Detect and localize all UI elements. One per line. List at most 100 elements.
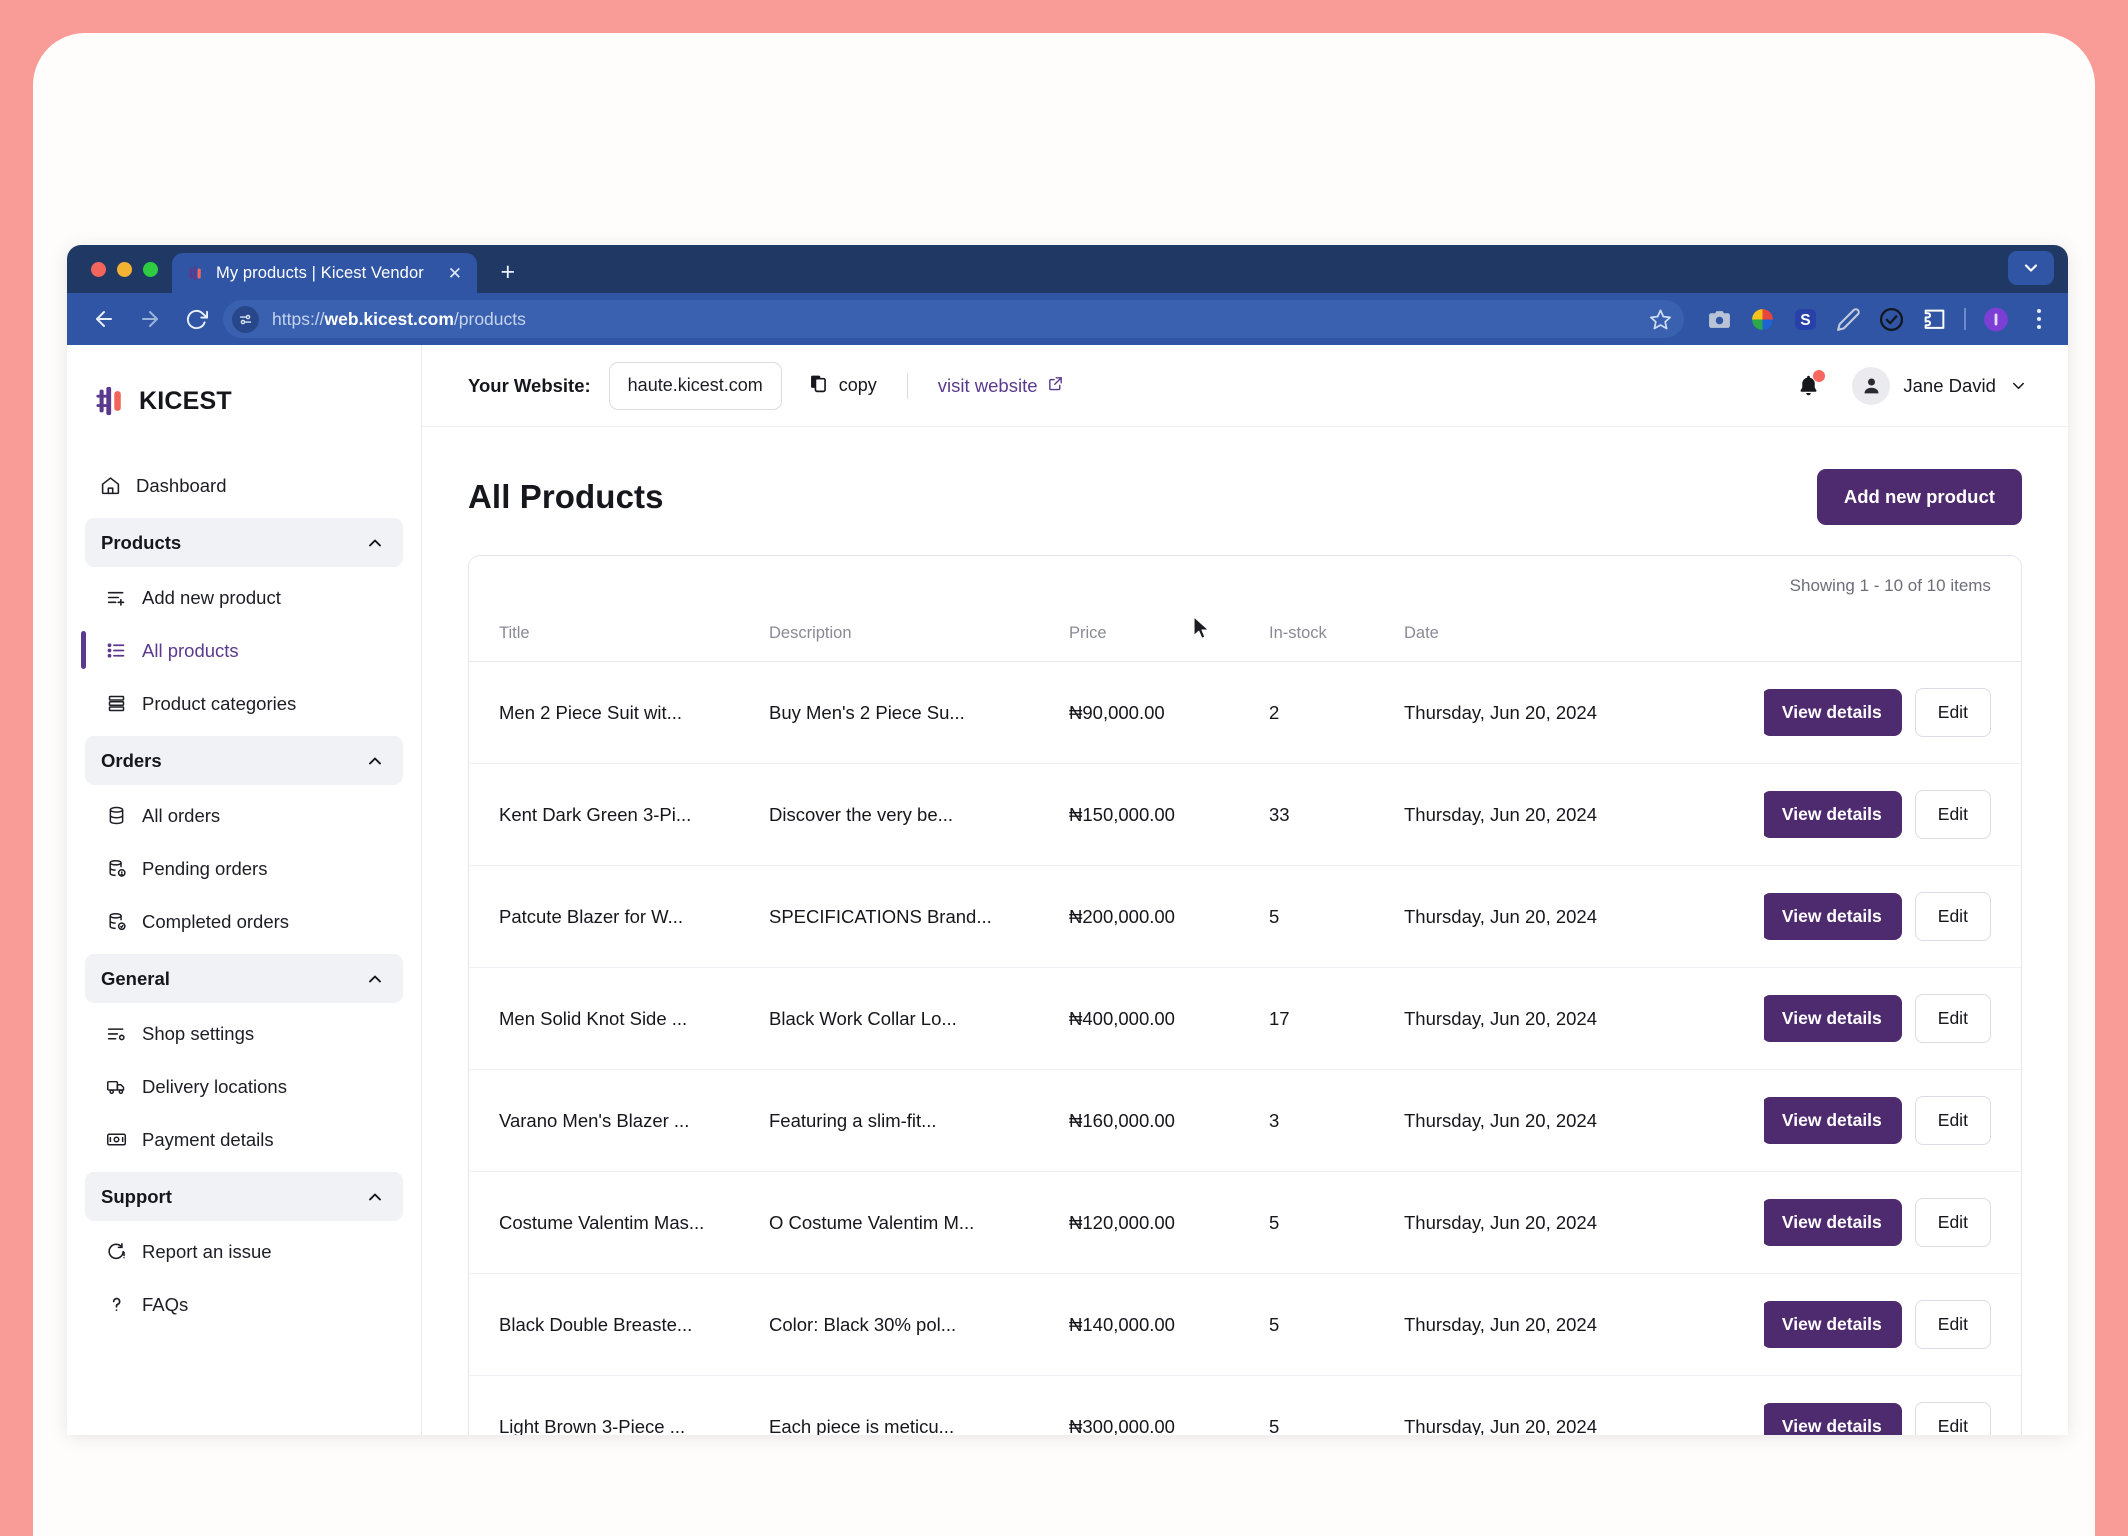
sidebar-item-payment-details[interactable]: Payment details (91, 1113, 403, 1166)
chevron-up-icon[interactable] (365, 751, 385, 771)
edit-button[interactable]: Edit (1914, 790, 1991, 839)
puzzle-extensions-icon[interactable] (1921, 306, 1947, 332)
edit-button[interactable]: Edit (1914, 994, 1991, 1043)
window-controls[interactable] (85, 245, 172, 293)
view-details-button[interactable]: View details (1764, 995, 1902, 1042)
edit-button[interactable]: Edit (1914, 1096, 1991, 1145)
checkmark-extension-icon[interactable] (1878, 306, 1904, 332)
browser-tab-strip: My products | Kicest Vendor ✕ + (67, 245, 2068, 293)
profile-avatar-icon[interactable] (1983, 306, 2009, 332)
view-details-button[interactable]: View details (1764, 1097, 1902, 1144)
sidebar-item-report-an-issue[interactable]: Report an issue (91, 1225, 403, 1278)
table-row[interactable]: Varano Men's Blazer ... Featuring a slim-… (469, 1069, 2021, 1172)
chevron-down-icon[interactable] (2008, 251, 2054, 285)
cell-in-stock: 5 (1269, 865, 1404, 968)
sidebar-nav: Dashboard Products Add new product All p… (67, 459, 421, 1331)
cell-in-stock: 5 (1269, 1171, 1404, 1274)
cell-in-stock: 5 (1269, 1273, 1404, 1376)
products-card-header: Showing 1 - 10 of 10 items (469, 556, 2021, 612)
column-header-date[interactable]: Date (1404, 612, 1764, 662)
table-row[interactable]: Costume Valentim Mas... O Costume Valenti… (469, 1171, 2021, 1274)
reload-icon[interactable] (177, 300, 215, 338)
view-details-button[interactable]: View details (1764, 1301, 1902, 1348)
chevron-down-icon[interactable] (2009, 376, 2028, 395)
close-window-button[interactable] (91, 261, 106, 277)
table-row[interactable]: Light Brown 3-Piece ... Each piece is met… (469, 1375, 2021, 1435)
truck-icon (105, 1076, 127, 1098)
chevron-up-icon[interactable] (365, 533, 385, 553)
address-bar-url: https://web.kicest.com/products (272, 308, 526, 329)
star-icon[interactable] (1649, 308, 1672, 331)
user-menu[interactable]: Jane David (1852, 366, 2028, 405)
website-value[interactable]: haute.kicest.com (608, 361, 782, 410)
row-actions: View details Edit (1764, 688, 2021, 737)
sidebar-item-pending-orders[interactable]: Pending orders (91, 842, 403, 895)
cell-date: Thursday, Jun 20, 2024 (1404, 865, 1764, 968)
sidebar-item-all-orders[interactable]: All orders (91, 789, 403, 842)
sidebar-item-completed-orders[interactable]: Completed orders (91, 895, 403, 948)
sidebar-item-shop-settings[interactable]: Shop settings (91, 1007, 403, 1060)
sidebar-item-faqs[interactable]: FAQs (91, 1278, 403, 1331)
chevron-up-icon[interactable] (365, 969, 385, 989)
sidebar-group-orders[interactable]: Orders (85, 736, 403, 785)
column-header-in-stock[interactable]: In-stock (1269, 612, 1404, 662)
sidebar-item-delivery-locations[interactable]: Delivery locations (91, 1060, 403, 1113)
copy-button[interactable]: copy (808, 373, 877, 399)
edit-button[interactable]: Edit (1914, 1198, 1991, 1247)
website-label: Your Website: (468, 374, 591, 396)
plus-icon[interactable]: + (489, 253, 527, 291)
edit-button[interactable]: Edit (1914, 1402, 1991, 1435)
bell-icon[interactable] (1794, 369, 1826, 400)
sidebar-item-add-new-product[interactable]: Add new product (91, 571, 403, 624)
table-row[interactable]: Black Double Breaste... Color: Black 30% … (469, 1273, 2021, 1376)
minimize-window-button[interactable] (117, 261, 132, 277)
table-row[interactable]: Kent Dark Green 3-Pi... Discover the very… (469, 763, 2021, 866)
visit-website-link[interactable]: visit website (938, 375, 1064, 397)
close-icon[interactable]: ✕ (445, 263, 465, 283)
cell-title: Kent Dark Green 3-Pi... (469, 763, 769, 866)
column-header-price[interactable]: Price (1069, 612, 1269, 662)
brand-logo[interactable]: KICEST (67, 371, 421, 431)
back-arrow-icon[interactable] (85, 300, 123, 338)
cell-price: ₦200,000.00 (1069, 865, 1269, 968)
view-details-button[interactable]: View details (1764, 1199, 1902, 1246)
cell-actions: View details Edit (1764, 967, 2021, 1070)
edit-button[interactable]: Edit (1914, 892, 1991, 941)
view-details-button[interactable]: View details (1764, 893, 1902, 940)
sidebar-item-dashboard[interactable]: Dashboard (85, 459, 403, 512)
cell-in-stock: 33 (1269, 763, 1404, 866)
pencil-extension-icon[interactable] (1835, 306, 1861, 332)
sidebar-group-products[interactable]: Products (85, 518, 403, 567)
maximize-window-button[interactable] (143, 261, 158, 277)
sidebar-item-product-categories[interactable]: Product categories (91, 677, 403, 730)
kebab-menu-icon[interactable] (2026, 306, 2052, 332)
address-bar[interactable]: https://web.kicest.com/products (223, 300, 1684, 338)
row-actions: View details Edit (1764, 1198, 2021, 1247)
chevron-up-icon[interactable] (365, 1187, 385, 1207)
view-details-button[interactable]: View details (1764, 1403, 1902, 1435)
column-header-title[interactable]: Title (469, 612, 769, 662)
column-header-description[interactable]: Description (769, 612, 1069, 662)
sidebar-group-label: Support (101, 1185, 172, 1207)
forward-arrow-icon[interactable] (131, 300, 169, 338)
grammar-extension-icon[interactable]: S (1792, 306, 1818, 332)
edit-button[interactable]: Edit (1914, 688, 1991, 737)
edit-button[interactable]: Edit (1914, 1300, 1991, 1349)
database-clock-icon (105, 858, 127, 880)
sidebar-group-support[interactable]: Support (85, 1172, 403, 1221)
view-details-button[interactable]: View details (1764, 791, 1902, 838)
table-row[interactable]: Patcute Blazer for W... SPECIFICATIONS Br… (469, 865, 2021, 968)
database-icon (105, 805, 127, 827)
browser-tab[interactable]: My products | Kicest Vendor ✕ (172, 253, 477, 293)
table-row[interactable]: Men Solid Knot Side ... Black Work Collar… (469, 967, 2021, 1070)
sidebar-item-all-products[interactable]: All products (81, 624, 403, 677)
color-wheel-extension-icon[interactable] (1749, 306, 1775, 332)
site-settings-icon[interactable] (232, 305, 259, 333)
add-new-product-button[interactable]: Add new product (1816, 469, 2022, 525)
sidebar-group-general[interactable]: General (85, 954, 403, 1003)
view-details-button[interactable]: View details (1764, 689, 1902, 736)
camera-extension-icon[interactable] (1706, 306, 1732, 332)
table-row[interactable]: Men 2 Piece Suit wit... Buy Men's 2 Piece… (469, 661, 2021, 764)
browser-extensions: S (1692, 306, 2052, 332)
sidebar-item-label: FAQs (142, 1293, 189, 1315)
